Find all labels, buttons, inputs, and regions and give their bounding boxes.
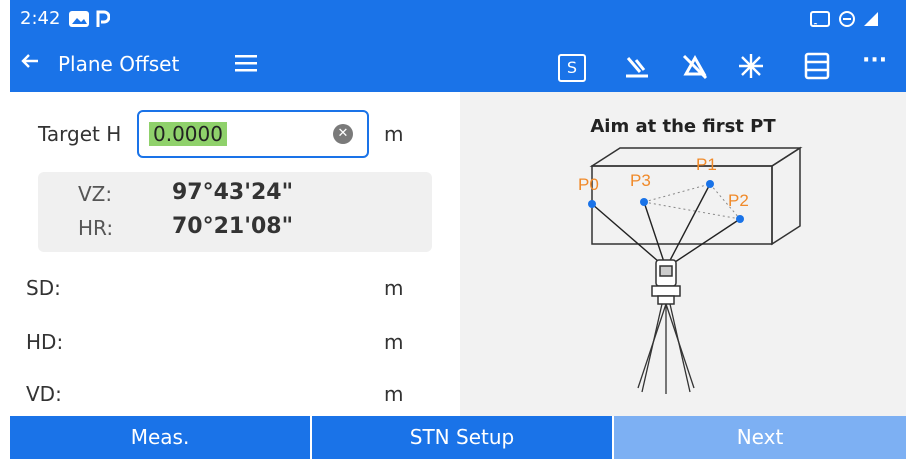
target-h-value[interactable]: 0.0000 bbox=[149, 122, 227, 146]
point-links bbox=[643, 183, 741, 220]
clear-icon[interactable]: ✕ bbox=[333, 124, 353, 144]
sd-label: SD: bbox=[26, 276, 61, 300]
app-frame: 2:42 Plane Offset S ··· Target H 0.0000 … bbox=[0, 0, 906, 459]
tripod-icon bbox=[637, 303, 695, 394]
vd-label: VD: bbox=[26, 382, 62, 406]
status-bar: 2:42 bbox=[10, 0, 906, 40]
hr-label: HR: bbox=[78, 216, 114, 240]
laser-icon[interactable] bbox=[736, 52, 766, 84]
point-p0-label: P0 bbox=[578, 175, 599, 194]
app-bar: Plane Offset S ··· bbox=[10, 40, 906, 92]
total-station-icon bbox=[651, 259, 681, 305]
bottom-action-bar: Meas. STN Setup Next bbox=[10, 416, 906, 459]
point-p2-label: P2 bbox=[728, 191, 749, 210]
parking-icon bbox=[96, 10, 111, 32]
plane-side bbox=[771, 146, 801, 246]
hamburger-menu-icon[interactable] bbox=[234, 52, 258, 78]
do-not-disturb-icon bbox=[838, 10, 856, 32]
s-mode-button[interactable]: S bbox=[558, 54, 586, 82]
list-icon[interactable] bbox=[804, 52, 830, 84]
signal-icon bbox=[862, 10, 882, 32]
diagram-panel: Aim at the first PT P0 P3 P1 P2 bbox=[460, 92, 906, 416]
page-title: Plane Offset bbox=[58, 52, 180, 76]
vz-label: VZ: bbox=[78, 182, 113, 206]
content-area: Target H 0.0000 ✕ m VZ: 97°43'24" HR: 70… bbox=[10, 92, 906, 416]
sight-lines bbox=[591, 183, 741, 269]
point-p3-label: P3 bbox=[630, 171, 651, 190]
stn-setup-button[interactable]: STN Setup bbox=[312, 416, 612, 459]
bluetooth-icon[interactable] bbox=[622, 52, 652, 84]
point-p0-dot bbox=[588, 200, 596, 208]
status-time: 2:42 bbox=[20, 8, 61, 29]
hd-unit: m bbox=[384, 330, 404, 354]
back-arrow-icon[interactable] bbox=[20, 51, 40, 77]
left-gutter bbox=[0, 0, 10, 459]
hd-label: HD: bbox=[26, 330, 64, 354]
angle-readout: VZ: 97°43'24" HR: 70°21'08" bbox=[38, 172, 432, 252]
target-h-input[interactable]: 0.0000 ✕ bbox=[137, 110, 369, 158]
more-icon[interactable]: ··· bbox=[862, 48, 887, 73]
point-p2-dot bbox=[736, 215, 744, 223]
gallery-icon bbox=[68, 10, 90, 32]
hr-value: 70°21'08" bbox=[172, 214, 294, 239]
vz-value: 97°43'24" bbox=[172, 180, 294, 205]
target-h-label: Target H bbox=[38, 122, 122, 146]
target-h-unit: m bbox=[384, 122, 404, 146]
point-p3-dot bbox=[640, 198, 648, 206]
next-button[interactable]: Next bbox=[614, 416, 906, 459]
vd-unit: m bbox=[384, 382, 404, 406]
prism-off-icon[interactable] bbox=[680, 52, 710, 84]
measurement-panel: Target H 0.0000 ✕ m VZ: 97°43'24" HR: 70… bbox=[10, 92, 460, 416]
plane-offset-diagram: P0 P3 P1 P2 bbox=[578, 146, 803, 394]
point-p1-label: P1 bbox=[696, 155, 717, 174]
sd-unit: m bbox=[384, 276, 404, 300]
cast-icon bbox=[810, 10, 830, 32]
point-p1-dot bbox=[706, 180, 714, 188]
meas-button[interactable]: Meas. bbox=[10, 416, 310, 459]
